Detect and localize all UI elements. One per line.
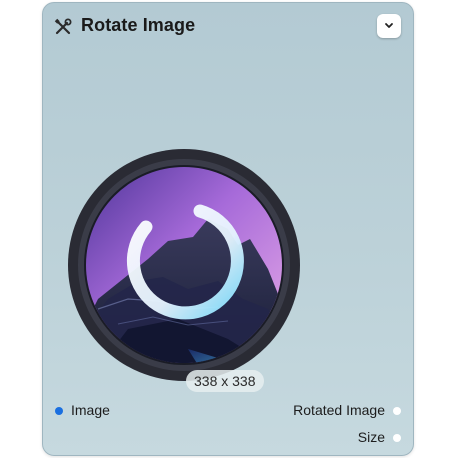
chevron-down-icon	[385, 23, 393, 28]
collapse-button[interactable]	[377, 14, 401, 38]
output-port-size-label: Size	[357, 429, 385, 445]
output-port-rotated-image-label: Rotated Image	[293, 402, 385, 418]
image-preview	[68, 149, 300, 381]
node-title: Rotate Image	[81, 15, 196, 35]
output-port-size-handle[interactable]	[393, 434, 401, 442]
input-port-image-handle[interactable]	[55, 407, 63, 415]
image-size-badge: 338 x 338	[186, 370, 264, 392]
tools-icon	[54, 18, 72, 35]
rotate-image-node[interactable]: Rotate Image 338 x 338 Image Rotated Ima…	[42, 2, 414, 456]
input-port-image-label: Image	[71, 402, 110, 418]
output-port-rotated-image-handle[interactable]	[393, 407, 401, 415]
node-header[interactable]: Rotate Image	[43, 3, 413, 51]
